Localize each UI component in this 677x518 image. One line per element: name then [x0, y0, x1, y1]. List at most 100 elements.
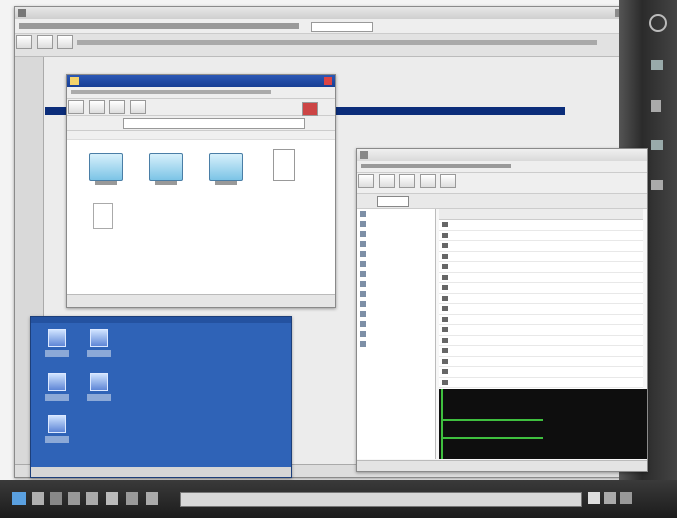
manager-list-pane [439, 209, 643, 389]
document-icon[interactable] [87, 373, 111, 409]
explorer-titlebar[interactable] [67, 75, 335, 87]
explorer-toolbar [67, 99, 335, 116]
list-item[interactable] [439, 325, 643, 336]
back-arrow-icon[interactable] [358, 174, 374, 188]
document-icon[interactable] [651, 100, 661, 112]
explorer-menu-bar [67, 87, 335, 99]
list-item[interactable] [439, 252, 643, 262]
list-item[interactable] [439, 283, 643, 294]
list-item[interactable] [439, 273, 643, 283]
list-item[interactable] [439, 231, 643, 241]
list-item[interactable] [439, 378, 643, 388]
manager-toolbar-button[interactable] [377, 196, 409, 207]
list-item[interactable] [439, 304, 643, 315]
search-icon[interactable] [399, 174, 416, 188]
tree-item[interactable] [357, 229, 435, 239]
desktop-window-status-bar [31, 467, 291, 477]
explorer-status-bar [67, 294, 335, 307]
close-icon[interactable] [302, 102, 318, 116]
list-item[interactable] [439, 315, 643, 325]
list-item[interactable] [439, 346, 643, 357]
file-item[interactable] [89, 153, 123, 185]
manager-titlebar[interactable] [357, 149, 647, 161]
list-item[interactable] [439, 241, 643, 252]
explorer-address-input[interactable] [123, 118, 305, 129]
list-item[interactable] [439, 357, 643, 367]
settings-icon[interactable] [649, 14, 667, 32]
tree-item[interactable] [357, 289, 435, 299]
graph-panel [439, 389, 647, 459]
manager-subtoolbar [357, 194, 647, 209]
browser-titlebar[interactable] [15, 7, 627, 19]
tree-item[interactable] [357, 209, 435, 219]
computer-icon[interactable] [45, 329, 69, 365]
desktop-window-title [31, 317, 291, 323]
volume-icon[interactable] [588, 492, 600, 504]
forward-arrow-icon[interactable] [378, 174, 395, 188]
network-icon[interactable] [126, 492, 138, 505]
start-icon[interactable] [12, 492, 26, 505]
settings-icon[interactable] [419, 174, 436, 188]
up-arrow-icon[interactable] [57, 35, 74, 49]
tree-item[interactable] [357, 299, 435, 309]
tree-item[interactable] [357, 339, 435, 349]
folder-icon[interactable] [45, 373, 69, 409]
terminal-icon[interactable] [50, 492, 62, 505]
manager-window [356, 148, 648, 472]
tree-item[interactable] [357, 249, 435, 259]
document-icon[interactable] [440, 174, 457, 188]
up-arrow-icon[interactable] [109, 100, 126, 114]
window-menu-icon[interactable] [360, 151, 368, 159]
trash-icon[interactable] [146, 492, 158, 505]
network-icon[interactable] [87, 329, 111, 365]
column-header [67, 131, 335, 140]
forward-arrow-icon[interactable] [88, 100, 105, 114]
folder-icon[interactable] [32, 492, 44, 505]
manager-menu-bar [357, 161, 647, 173]
file-item[interactable] [209, 153, 243, 185]
explorer-address-bar [67, 116, 335, 131]
back-arrow-icon[interactable] [68, 100, 84, 114]
list-item[interactable] [439, 262, 643, 273]
window-menu-icon[interactable] [18, 9, 26, 17]
search-icon[interactable] [129, 100, 146, 114]
tree-item[interactable] [357, 329, 435, 339]
tree-item[interactable] [357, 279, 435, 289]
list-item[interactable] [439, 336, 643, 346]
forward-arrow-icon[interactable] [36, 35, 53, 49]
close-icon[interactable] [324, 77, 332, 85]
taskbar-task-button[interactable] [180, 492, 582, 507]
clock-icon [620, 492, 632, 504]
computer-icon[interactable] [651, 180, 663, 190]
folder-icon [70, 77, 79, 85]
list-item[interactable] [439, 294, 643, 304]
list-item[interactable] [439, 220, 643, 231]
network-icon[interactable] [651, 140, 663, 150]
document-icon[interactable] [273, 149, 295, 181]
manager-tree-pane [357, 209, 436, 459]
list-item[interactable] [439, 367, 643, 378]
tree-item[interactable] [357, 259, 435, 269]
tree-item[interactable] [357, 219, 435, 229]
folder-icon[interactable] [651, 60, 663, 70]
explorer-file-area [67, 131, 335, 291]
tree-item[interactable] [357, 319, 435, 329]
desktop-window [30, 316, 292, 478]
settings-icon[interactable] [68, 492, 80, 505]
graph-axis [441, 389, 443, 459]
browser-menu-bar [15, 19, 627, 34]
trash-icon[interactable] [45, 415, 69, 451]
document-icon[interactable] [93, 203, 113, 229]
taskbar [0, 480, 677, 518]
file-item[interactable] [149, 153, 183, 185]
computer-icon[interactable] [86, 492, 98, 505]
manager-status-bar [357, 460, 647, 471]
back-arrow-icon[interactable] [16, 35, 32, 49]
browser-address-input[interactable] [311, 22, 374, 32]
tree-item[interactable] [357, 309, 435, 319]
network-tray-icon[interactable] [604, 492, 616, 504]
tree-item[interactable] [357, 239, 435, 249]
document-icon[interactable] [106, 492, 118, 505]
taskbar-inner [10, 488, 632, 508]
tree-item[interactable] [357, 269, 435, 279]
